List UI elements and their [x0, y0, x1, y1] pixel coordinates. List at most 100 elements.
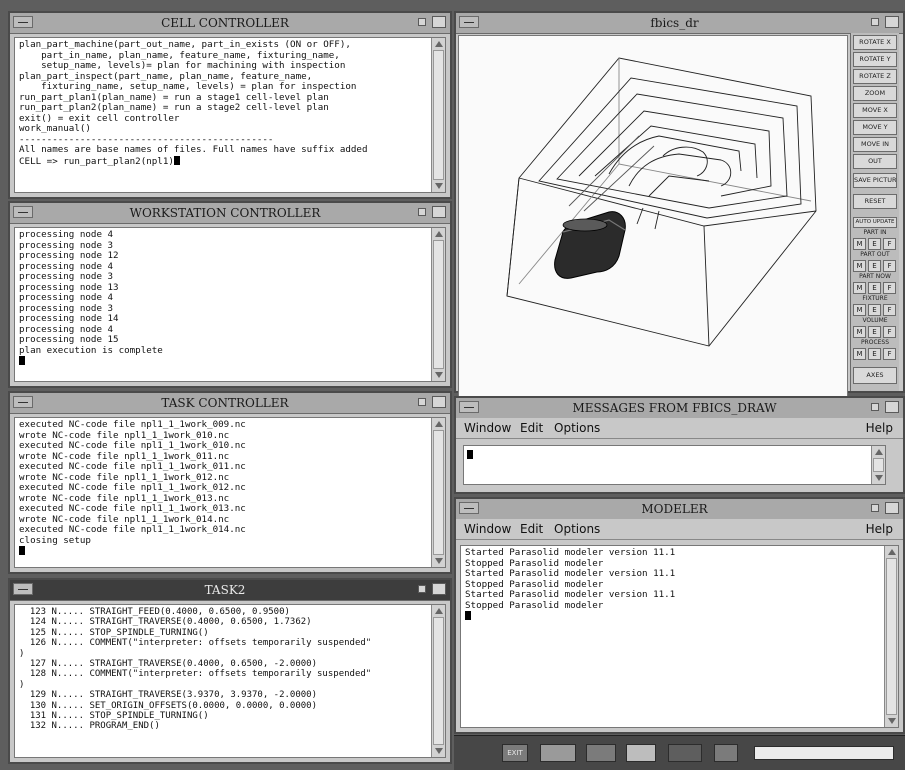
minimize-icon[interactable] — [418, 208, 426, 216]
model-toggle[interactable]: M — [853, 326, 866, 338]
window-menu-icon[interactable] — [13, 16, 33, 28]
zoom-button[interactable]: ZOOM — [853, 86, 897, 101]
model-toggle[interactable]: M — [853, 304, 866, 316]
window-menu-icon[interactable] — [459, 502, 479, 514]
cell-controller-titlebar[interactable]: CELL CONTROLLER — [10, 13, 450, 34]
task2-terminal[interactable]: 123 N..... STRAIGHT_FEED(0.4000, 0.6500,… — [14, 604, 446, 758]
scroll-down-icon[interactable] — [433, 556, 444, 566]
rotate-y-button[interactable]: ROTATE Y — [853, 52, 897, 67]
menu-edit[interactable]: Edit — [520, 522, 543, 536]
messages-text-area[interactable] — [463, 445, 886, 485]
scroll-thumb[interactable] — [433, 240, 444, 369]
scroll-up-icon[interactable] — [433, 419, 444, 429]
scroll-up-icon[interactable] — [433, 229, 444, 239]
maximize-icon[interactable] — [432, 16, 446, 28]
vertical-scrollbar[interactable] — [431, 38, 445, 192]
maximize-icon[interactable] — [885, 401, 899, 413]
face-toggle[interactable]: F — [883, 282, 896, 294]
scroll-thumb[interactable] — [873, 458, 884, 472]
vertical-scrollbar[interactable] — [431, 605, 445, 757]
maximize-icon[interactable] — [432, 583, 446, 595]
vertical-scrollbar[interactable] — [884, 546, 898, 727]
cell-controller-terminal[interactable]: plan_part_machine(part_out_name, part_in… — [14, 37, 446, 193]
workstation-controller-terminal[interactable]: processing node 4 processing node 3 proces… — [14, 227, 446, 382]
face-toggle[interactable]: F — [883, 304, 896, 316]
model-toggle[interactable]: M — [853, 238, 866, 250]
rotate-x-button[interactable]: ROTATE X — [853, 35, 897, 50]
maximize-icon[interactable] — [885, 16, 899, 28]
scroll-up-icon[interactable] — [886, 547, 897, 557]
menu-window[interactable]: Window — [464, 421, 511, 435]
modeler-titlebar[interactable]: MODELER — [456, 499, 903, 520]
edge-toggle[interactable]: E — [868, 282, 881, 294]
scroll-down-icon[interactable] — [886, 716, 897, 726]
model-toggle[interactable]: M — [853, 260, 866, 272]
edge-toggle[interactable]: E — [868, 260, 881, 272]
save-picture-button[interactable]: SAVE PICTURE — [853, 173, 897, 188]
menu-help[interactable]: Help — [866, 421, 893, 435]
menu-options[interactable]: Options — [554, 421, 600, 435]
edge-toggle[interactable]: E — [868, 238, 881, 250]
minimize-icon[interactable] — [418, 18, 426, 26]
scroll-thumb[interactable] — [886, 558, 897, 715]
menu-edit[interactable]: Edit — [520, 421, 543, 435]
edge-toggle[interactable]: E — [868, 304, 881, 316]
menu-window[interactable]: Window — [464, 522, 511, 536]
edge-toggle[interactable]: E — [868, 348, 881, 360]
move-in-button[interactable]: MOVE IN — [853, 137, 897, 152]
modeler-terminal[interactable]: Started Parasolid modeler version 11.1 St… — [460, 545, 899, 728]
exit-button[interactable]: EXIT — [502, 744, 528, 762]
menu-help[interactable]: Help — [866, 522, 893, 536]
reset-button[interactable]: RESET — [853, 194, 897, 209]
edge-toggle[interactable]: E — [868, 326, 881, 338]
minimize-icon[interactable] — [418, 398, 426, 406]
printer-icon[interactable] — [668, 744, 702, 762]
face-toggle[interactable]: F — [883, 238, 896, 250]
task2-titlebar[interactable]: TASK2 — [10, 580, 450, 601]
messages-titlebar[interactable]: MESSAGES FROM FBICS_DRAW — [456, 398, 903, 419]
auto-update-button[interactable]: AUTO UPDATE — [853, 217, 897, 228]
rotate-z-button[interactable]: ROTATE Z — [853, 69, 897, 84]
vertical-scrollbar[interactable] — [431, 418, 445, 567]
model-toggle[interactable]: M — [853, 348, 866, 360]
workspace-switch-icon[interactable] — [714, 744, 738, 762]
window-menu-icon[interactable] — [13, 206, 33, 218]
minimize-icon[interactable] — [871, 18, 879, 26]
terminal-icon[interactable] — [540, 744, 576, 762]
maximize-icon[interactable] — [885, 502, 899, 514]
window-menu-icon[interactable] — [459, 401, 479, 413]
scroll-down-icon[interactable] — [873, 473, 884, 483]
scroll-up-icon[interactable] — [873, 447, 884, 457]
scroll-up-icon[interactable] — [433, 39, 444, 49]
task-controller-titlebar[interactable]: TASK CONTROLLER — [10, 393, 450, 414]
scroll-down-icon[interactable] — [433, 181, 444, 191]
3d-viewport[interactable] — [458, 35, 848, 403]
text-editor-icon[interactable] — [586, 744, 616, 762]
workspace-indicator[interactable] — [754, 746, 894, 760]
out-button[interactable]: OUT — [853, 154, 897, 169]
scroll-up-icon[interactable] — [433, 606, 444, 616]
minimize-icon[interactable] — [418, 585, 426, 593]
monitor-icon[interactable] — [626, 744, 656, 762]
menu-options[interactable]: Options — [554, 522, 600, 536]
minimize-icon[interactable] — [871, 504, 879, 512]
scroll-down-icon[interactable] — [433, 370, 444, 380]
vertical-scrollbar[interactable] — [871, 446, 885, 484]
window-menu-icon[interactable] — [13, 583, 33, 595]
task-controller-terminal[interactable]: executed NC-code file npl1_1_1work_009.n… — [14, 417, 446, 568]
face-toggle[interactable]: F — [883, 326, 896, 338]
vertical-scrollbar[interactable] — [431, 228, 445, 381]
scroll-thumb[interactable] — [433, 50, 444, 180]
fbics-draw-titlebar[interactable]: fbics_dr — [456, 13, 903, 34]
scroll-down-icon[interactable] — [433, 746, 444, 756]
move-y-button[interactable]: MOVE Y — [853, 120, 897, 135]
scroll-thumb[interactable] — [433, 617, 444, 745]
window-menu-icon[interactable] — [13, 396, 33, 408]
move-x-button[interactable]: MOVE X — [853, 103, 897, 118]
maximize-icon[interactable] — [432, 396, 446, 408]
scroll-thumb[interactable] — [433, 430, 444, 555]
window-menu-icon[interactable] — [459, 16, 479, 28]
axes-button[interactable]: AXES — [853, 367, 897, 384]
workstation-controller-titlebar[interactable]: WORKSTATION CONTROLLER — [10, 203, 450, 224]
model-toggle[interactable]: M — [853, 282, 866, 294]
